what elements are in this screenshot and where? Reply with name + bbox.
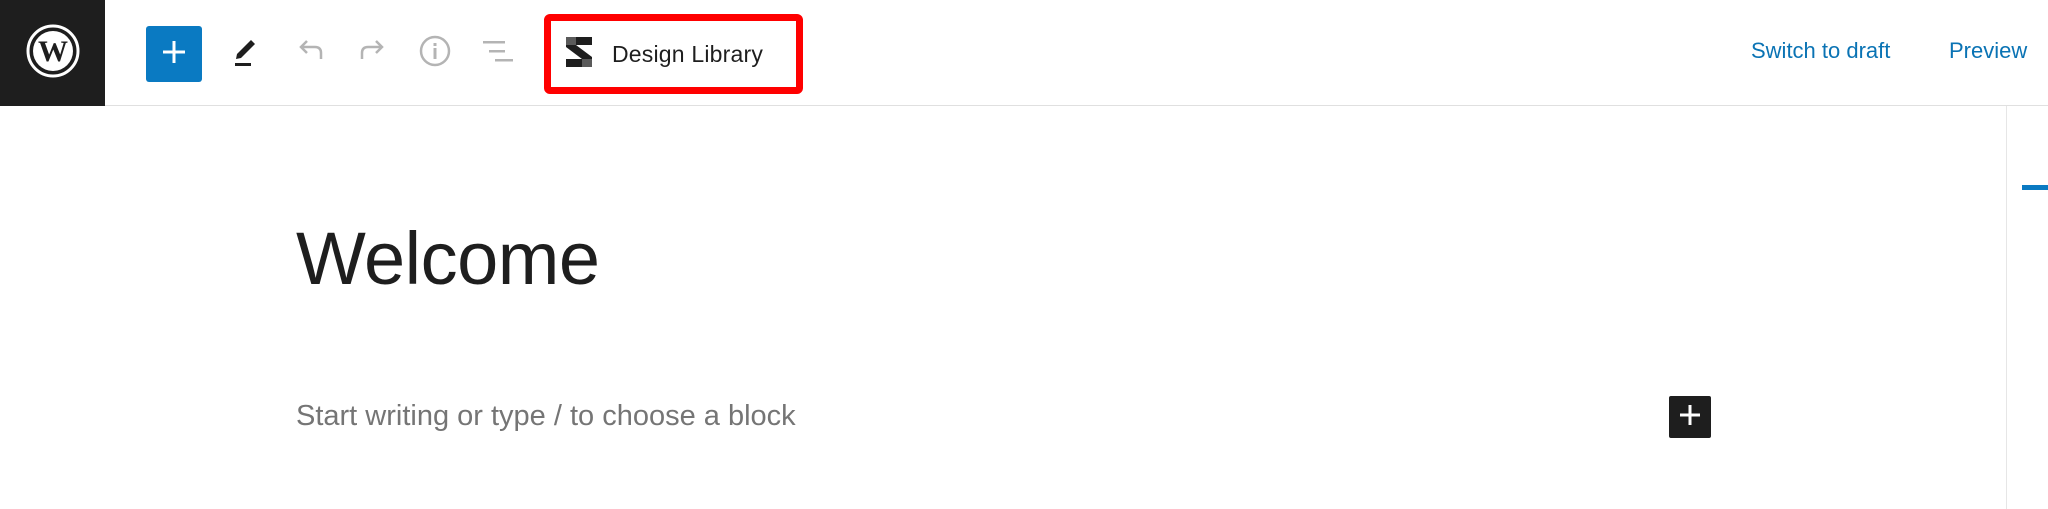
redo-button[interactable] bbox=[349, 29, 397, 77]
undo-button[interactable] bbox=[286, 29, 334, 77]
pencil-icon bbox=[230, 34, 262, 73]
sidebar-divider bbox=[2006, 106, 2007, 509]
plus-icon bbox=[161, 39, 187, 70]
undo-icon bbox=[294, 35, 326, 72]
inline-add-block-button[interactable] bbox=[1669, 396, 1711, 438]
editor-header: W Design Library Switch to draft Preview bbox=[0, 0, 2048, 106]
plus-icon bbox=[1678, 403, 1702, 432]
list-view-icon bbox=[481, 36, 515, 71]
sidebar-tab-indicator bbox=[2022, 185, 2048, 190]
details-button[interactable] bbox=[411, 29, 459, 77]
redo-icon bbox=[357, 35, 389, 72]
stackable-logo-icon bbox=[562, 35, 596, 74]
wordpress-logo-button[interactable]: W bbox=[0, 0, 105, 106]
block-placeholder[interactable]: Start writing or type / to choose a bloc… bbox=[296, 402, 796, 431]
list-view-button[interactable] bbox=[474, 29, 522, 77]
design-library-button[interactable]: Design Library bbox=[562, 30, 763, 78]
tools-button[interactable] bbox=[222, 29, 270, 77]
info-icon bbox=[418, 34, 452, 73]
svg-text:W: W bbox=[38, 35, 68, 68]
preview-button[interactable]: Preview bbox=[1949, 38, 2027, 64]
design-library-label: Design Library bbox=[612, 40, 764, 67]
wordpress-logo-icon: W bbox=[26, 24, 80, 83]
post-title[interactable]: Welcome bbox=[296, 222, 600, 296]
add-block-button[interactable] bbox=[146, 26, 202, 82]
switch-to-draft-button[interactable]: Switch to draft bbox=[1751, 38, 1890, 64]
